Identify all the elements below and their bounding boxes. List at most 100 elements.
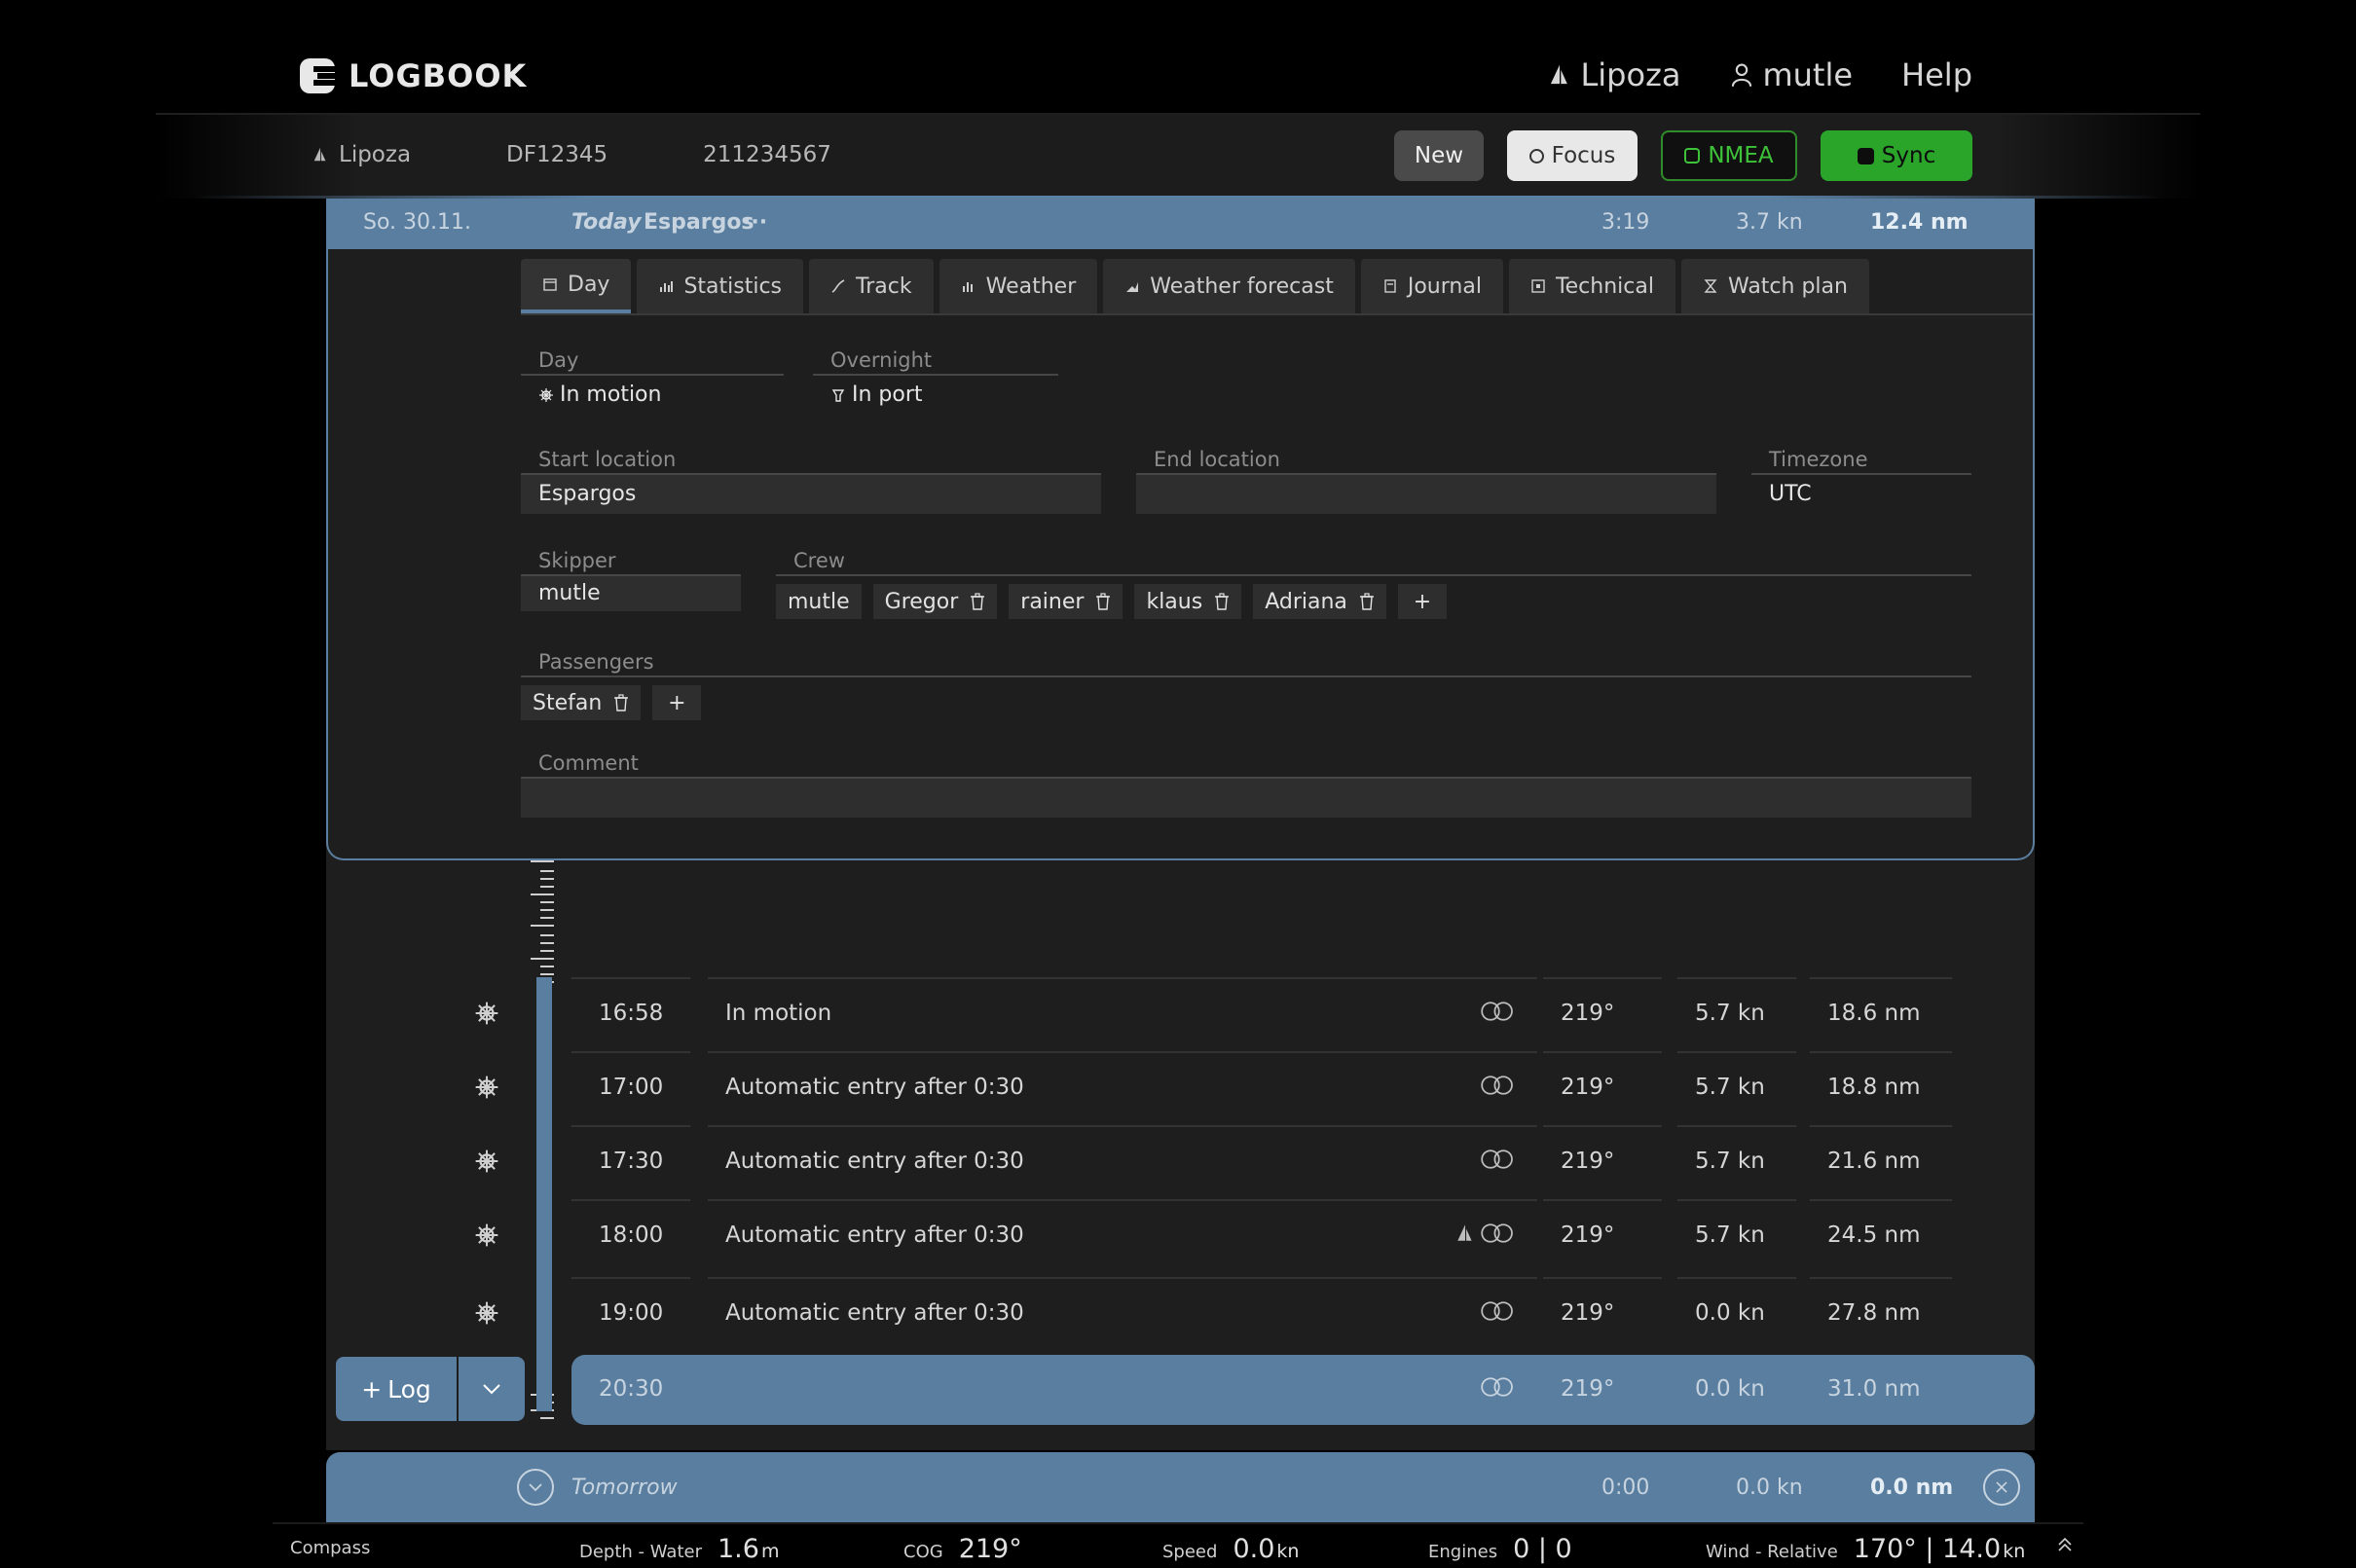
status-engines[interactable]: Engines 0 | 0 [1428, 1534, 1572, 1564]
ruler-tick [531, 893, 554, 895]
day-avg-speed: 3.7 kn [1736, 210, 1803, 235]
entry-text: Automatic entry after 0:30 [708, 1199, 1537, 1277]
crew-label: Crew [776, 545, 1971, 576]
chevron-down-icon [529, 1483, 542, 1492]
entry-speed: 0.0 kn [1677, 1277, 1796, 1351]
log-dropdown-button[interactable] [459, 1357, 525, 1421]
current-entry-row[interactable]: 20:30 219° 0.0 kn 31.0 nm [326, 1355, 2035, 1425]
passenger-chip[interactable]: Stefan [521, 685, 642, 720]
helm-icon [475, 1076, 498, 1099]
log-button[interactable]: + Log [336, 1357, 459, 1421]
tomorrow-header[interactable]: Tomorrow 0:00 0.0 kn 0.0 nm [326, 1452, 2035, 1522]
status-depth[interactable]: Depth - Water 1.6 m [579, 1534, 779, 1564]
table-row[interactable]: 17:30 Automatic entry after 0:30 219° 5.… [326, 1125, 2035, 1199]
trash-icon[interactable] [1359, 593, 1375, 610]
logo[interactable]: LOGBOOK [298, 56, 527, 95]
tab-watch-plan[interactable]: Watch plan [1680, 259, 1869, 313]
boat-info: Lipoza DF12345 211234567 [312, 142, 831, 167]
skipper-input[interactable]: mutle [521, 576, 741, 611]
trash-icon[interactable] [970, 593, 985, 610]
trash-icon[interactable] [1214, 593, 1230, 610]
logo-text: LOGBOOK [349, 57, 528, 94]
table-row[interactable]: 16:58 In motion 219° 5.7 kn 18.6 nm [326, 977, 2035, 1051]
trash-icon[interactable] [613, 694, 629, 711]
close-day-button[interactable] [1983, 1469, 2020, 1506]
day-duration: 3:19 [1601, 210, 1650, 235]
add-crew-button[interactable]: + [1397, 584, 1447, 619]
more-icon[interactable]: ··· [743, 210, 767, 235]
ruler-tick [540, 909, 554, 911]
table-row[interactable]: 19:00 Automatic entry after 0:30 219° 0.… [326, 1277, 2035, 1351]
entry-time: 19:00 [571, 1277, 690, 1351]
end-location-field[interactable]: End location [1136, 444, 1716, 514]
status-cog[interactable]: COG 219° [903, 1534, 1022, 1564]
binoculars-icon [1481, 1223, 1513, 1243]
skipper-field[interactable]: Skipper mutle [521, 545, 741, 611]
end-location-input[interactable] [1136, 475, 1716, 514]
status-compass[interactable]: Compass [290, 1538, 370, 1558]
sailboat-icon [313, 147, 326, 162]
status-speed[interactable]: Speed 0.0 kn [1162, 1534, 1299, 1564]
crew-chip[interactable]: mutle [776, 584, 862, 619]
skipper-label: Skipper [521, 545, 741, 576]
ruler-tick [540, 901, 554, 903]
crew-list: mutle Gregor rainer klaus Adriana + [776, 584, 1447, 619]
entry-cog: 219° [1543, 977, 1662, 1051]
nmea-button[interactable]: NMEA [1661, 130, 1797, 181]
sailboat-icon [1551, 64, 1568, 85]
tab-weather-forecast[interactable]: Weather forecast [1103, 259, 1355, 313]
crew-chip[interactable]: Adriana [1253, 584, 1386, 619]
tomorrow-distance: 0.0 nm [1870, 1476, 1954, 1500]
overnight-field[interactable]: Overnight In port [813, 345, 1058, 415]
tab-technical[interactable]: Technical [1508, 259, 1675, 313]
comment-input[interactable] [521, 779, 1971, 818]
nav-user[interactable]: mutle [1729, 56, 1853, 93]
nav-boat[interactable]: Lipoza [1547, 56, 1680, 93]
focus-button[interactable]: Focus [1507, 130, 1638, 181]
track-icon [831, 279, 845, 293]
circle-icon [1528, 148, 1544, 164]
crew-chip[interactable]: Gregor [872, 584, 998, 619]
passengers-field: Passengers [521, 646, 1971, 677]
tab-journal[interactable]: Journal [1360, 259, 1503, 313]
crew-chip[interactable]: rainer [1009, 584, 1123, 619]
timezone-field[interactable]: Timezone UTC [1751, 444, 1971, 514]
status-wind[interactable]: Wind - Relative 170° | 14.0 kn [1706, 1534, 2025, 1564]
tab-statistics[interactable]: Statistics [637, 259, 804, 313]
new-button[interactable]: New [1394, 130, 1484, 181]
start-location-input[interactable]: Espargos [521, 475, 1101, 514]
hourglass-icon [1704, 279, 1717, 293]
expand-status-button[interactable] [2056, 1536, 2074, 1553]
chevron-down-icon [483, 1384, 500, 1395]
passenger-list: Stefan + [521, 685, 702, 720]
tab-weather[interactable]: Weather [939, 259, 1098, 313]
entry-text: Automatic entry after 0:30 [708, 1051, 1537, 1125]
tab-track[interactable]: Track [809, 259, 934, 313]
start-location-field[interactable]: Start location Espargos [521, 444, 1101, 514]
sync-button[interactable]: Sync [1821, 130, 1972, 181]
add-passenger-button[interactable]: + [652, 685, 702, 720]
comment-field[interactable]: Comment [521, 748, 1971, 818]
action-buttons: New Focus NMEA Sync [1394, 130, 1972, 181]
entry-text [708, 1355, 1537, 1429]
timezone-value[interactable]: UTC [1751, 475, 1971, 514]
ruler-tick [540, 917, 554, 919]
binoculars-icon [1481, 1301, 1513, 1321]
expand-day-button[interactable] [517, 1469, 554, 1506]
day-header[interactable]: So. 30.11. Today Espargos ··· 3:19 3.7 k… [326, 199, 2035, 249]
day-field[interactable]: Day In motion [521, 345, 784, 415]
entry-distance: 21.6 nm [1810, 1125, 1952, 1199]
trash-icon[interactable] [1095, 593, 1111, 610]
boat-name[interactable]: Lipoza [312, 142, 411, 167]
top-bar: LOGBOOK Lipoza mutle Help [0, 0, 2356, 113]
day-location: Espargos [644, 210, 755, 235]
nav-user-label: mutle [1762, 56, 1854, 93]
table-row[interactable]: 17:00 Automatic entry after 0:30 219° 5.… [326, 1051, 2035, 1125]
ruler-tick [540, 942, 554, 944]
table-row[interactable]: 18:00 Automatic entry after 0:30 219° 5.… [326, 1199, 2035, 1277]
nav-help[interactable]: Help [1901, 56, 1972, 93]
journal-icon [1384, 279, 1396, 293]
double-chevron-up-icon [2058, 1537, 2072, 1551]
crew-chip[interactable]: klaus [1134, 584, 1242, 619]
tab-day[interactable]: Day [521, 259, 632, 313]
